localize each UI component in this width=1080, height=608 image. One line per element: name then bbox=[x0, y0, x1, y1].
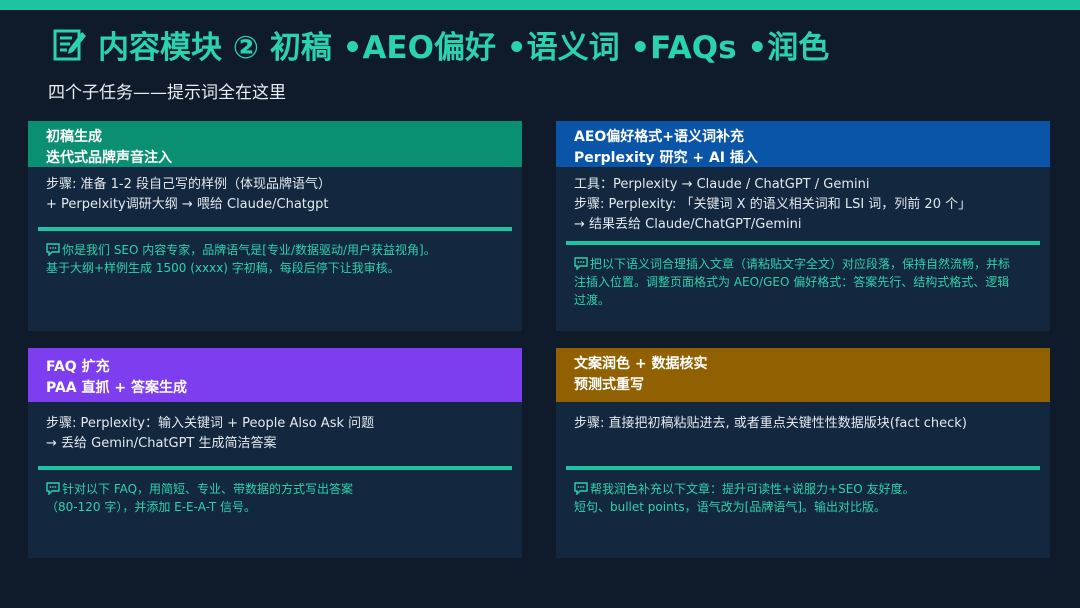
card-header: 文案润色 + 数据核实 预测式重写 bbox=[556, 348, 1050, 402]
steps-line: → 丢给 Gemin/ChatGPT 生成简洁答案 bbox=[46, 436, 277, 451]
card-header-title: 初稿生成 bbox=[46, 129, 102, 145]
card-faq-expansion: FAQ 扩充 PAA 直抓 + 答案生成 步骤: Perplexity：输入关键… bbox=[28, 348, 522, 558]
prompt-line: 基于大纲+样例生成 1500 (xxxx) 字初稿，每段后停下让我审核。 bbox=[46, 261, 400, 275]
prompt-line: 把以下语义词合理插入文章（请粘贴文字全文）对应段落，保持自然流畅，并标 bbox=[590, 257, 1011, 271]
card-steps: 步骤: Perplexity：输入关键词 + People Also Ask 问… bbox=[46, 414, 504, 454]
document-edit-icon bbox=[53, 29, 86, 61]
chat-bubble-icon bbox=[574, 482, 588, 495]
page-subtitle: 四个子任务——提示词全在这里 bbox=[48, 83, 286, 103]
card-steps: 步骤: 直接把初稿粘贴进去, 或者重点关键性性数据版块(fact check) bbox=[574, 414, 1032, 454]
prompt-line: 针对以下 FAQ，用简短、专业、带数据的方式写出答案 bbox=[62, 482, 354, 496]
card-header: FAQ 扩充 PAA 直抓 + 答案生成 bbox=[28, 348, 522, 402]
steps-line: 工具：Perplexity → Claude / ChatGPT / Gemin… bbox=[574, 177, 870, 192]
card-polish-factcheck: 文案润色 + 数据核实 预测式重写 步骤: 直接把初稿粘贴进去, 或者重点关键性… bbox=[556, 348, 1050, 558]
prompt-line: 短句、bullet points，语气改为[品牌语气]。输出对比版。 bbox=[574, 500, 887, 514]
chat-bubble-icon bbox=[46, 243, 60, 256]
card-draft-generation: 初稿生成 迭代式品牌声音注入 步骤: 准备 1-2 段自己写的样例（体现品牌语气… bbox=[28, 121, 522, 331]
prompt-line: 注插入位置。调整页面格式为 AEO/GEO 偏好格式：答案先行、结构式格式、逻辑 bbox=[574, 275, 1010, 289]
steps-line: + Perpelxity调研大纲 → 喂给 Claude/Chatgpt bbox=[46, 197, 329, 212]
steps-line: 步骤: Perplexity：输入关键词 + People Also Ask 问… bbox=[46, 416, 375, 431]
chat-bubble-icon bbox=[46, 482, 60, 495]
prompt-text[interactable]: 针对以下 FAQ，用简短、专业、带数据的方式写出答案 （80-120 字），并添… bbox=[46, 480, 504, 516]
card-steps: 步骤: 准备 1-2 段自己写的样例（体现品牌语气） + Perpelxity调… bbox=[46, 175, 504, 215]
card-header-title: 文案润色 + 数据核实 bbox=[574, 356, 708, 372]
prompt-line: （80-120 字），并添加 E-E-A-T 信号。 bbox=[46, 500, 257, 514]
top-accent-bar bbox=[0, 0, 1080, 10]
steps-line: → 结果丢给 Claude/ChatGPT/Gemini bbox=[574, 217, 802, 232]
card-header-title: FAQ 扩充 bbox=[46, 359, 110, 375]
card-header-title: AEO偏好格式+语义词补充 bbox=[574, 129, 745, 145]
card-header-subtitle: PAA 直抓 + 答案生成 bbox=[46, 380, 187, 396]
prompt-text[interactable]: 你是我们 SEO 内容专家，品牌语气是[专业/数据驱动/用户获益视角]。 基于大… bbox=[46, 241, 504, 277]
card-header-subtitle: 迭代式品牌声音注入 bbox=[46, 150, 172, 166]
prompt-line: 过渡。 bbox=[574, 293, 611, 307]
prompt-line: 帮我润色补充以下文章：提升可读性+说服力+SEO 友好度。 bbox=[590, 482, 915, 496]
card-header: AEO偏好格式+语义词补充 Perplexity 研究 + AI 插入 bbox=[556, 121, 1050, 167]
steps-line: 步骤: 准备 1-2 段自己写的样例（体现品牌语气） bbox=[46, 177, 332, 192]
divider bbox=[566, 466, 1040, 470]
page-title: 内容模块 ② 初稿 •AEO偏好 •语义词 •FAQs •润色 bbox=[52, 22, 829, 66]
page-title-text: 内容模块 ② 初稿 •AEO偏好 •语义词 •FAQs •润色 bbox=[98, 29, 830, 66]
card-steps: 工具：Perplexity → Claude / ChatGPT / Gemin… bbox=[574, 175, 1032, 235]
card-header-subtitle: 预测式重写 bbox=[574, 377, 644, 393]
prompt-line: 你是我们 SEO 内容专家，品牌语气是[专业/数据驱动/用户获益视角]。 bbox=[62, 243, 436, 257]
prompt-text[interactable]: 把以下语义词合理插入文章（请粘贴文字全文）对应段落，保持自然流畅，并标 注插入位… bbox=[574, 255, 1032, 309]
card-aeo-semantic: AEO偏好格式+语义词补充 Perplexity 研究 + AI 插入 工具：P… bbox=[556, 121, 1050, 331]
prompt-text[interactable]: 帮我润色补充以下文章：提升可读性+说服力+SEO 友好度。 短句、bullet … bbox=[574, 480, 1032, 516]
steps-line: 步骤: Perplexity: 「关键词 X 的语义相关词和 LSI 词，列前 … bbox=[574, 197, 972, 212]
steps-line: 步骤: 直接把初稿粘贴进去, 或者重点关键性性数据版块(fact check) bbox=[574, 416, 967, 431]
divider bbox=[38, 227, 512, 231]
divider bbox=[566, 241, 1040, 245]
card-header-subtitle: Perplexity 研究 + AI 插入 bbox=[574, 150, 758, 166]
divider bbox=[38, 466, 512, 470]
chat-bubble-icon bbox=[574, 257, 588, 270]
card-header: 初稿生成 迭代式品牌声音注入 bbox=[28, 121, 522, 167]
